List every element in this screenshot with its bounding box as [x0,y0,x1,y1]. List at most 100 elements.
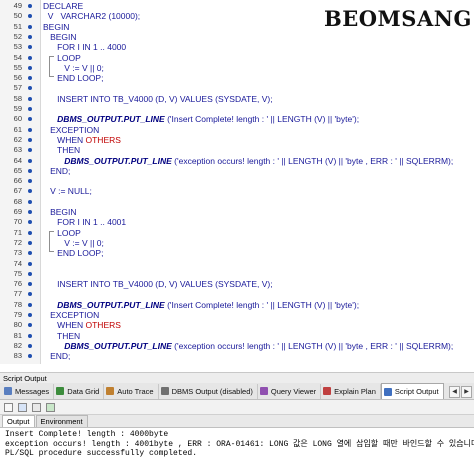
breakpoint-dot-icon[interactable] [28,230,32,235]
code-line[interactable]: 75 [0,269,474,279]
line-number: 52 [13,31,22,41]
code-line[interactable]: 72 V := V || 0; [0,238,474,248]
code-line[interactable]: 60 DBMS_OUTPUT.PUT_LINE ('Insert Complet… [0,114,474,124]
tab-explain-plan[interactable]: Explain Plan [321,383,381,399]
grid-icon [56,387,65,395]
breakpoint-dot-icon[interactable] [28,179,32,184]
tab-script-output[interactable]: Script Output [380,383,444,399]
line-number: 56 [13,73,22,83]
code-line[interactable]: 62 WHEN OTHERS [0,135,474,145]
code-line[interactable]: 53 FOR I IN 1 .. 4000 [0,42,474,52]
fold-marker-loop-1 [49,56,54,77]
line-number: 59 [13,104,22,113]
breakpoint-dot-icon[interactable] [28,158,32,163]
breakpoint-dot-icon[interactable] [28,55,32,60]
breakpoint-dot-icon[interactable] [28,282,32,287]
code-line[interactable]: 82 DBMS_OUTPUT.PUT_LINE ('exception occu… [0,341,474,351]
save-icon[interactable] [18,402,27,412]
breakpoint-dot-icon[interactable] [28,210,32,214]
breakpoint-dot-icon[interactable] [28,4,32,8]
find-icon[interactable] [46,402,55,412]
code-text: THEN [43,331,80,341]
breakpoint-dot-icon[interactable] [28,240,32,245]
code-editor[interactable]: 49 DECLARE 50 V VARCHAR2 (10000); 51 BEGIN 52… [0,0,474,364]
subtab-output[interactable]: Output [2,415,35,427]
code-line[interactable]: 66 [0,176,474,186]
breakpoint-dot-icon[interactable] [28,107,32,111]
code-line[interactable]: 83 END; [0,351,474,361]
breakpoint-dot-icon[interactable] [28,271,32,276]
subtab-environment[interactable]: Environment [35,415,88,427]
breakpoint-dot-icon[interactable] [28,343,32,348]
breakpoint-dot-icon[interactable] [28,34,32,39]
code-text: DBMS_OUTPUT.PUT_LINE ('exception occurs!… [43,156,453,166]
code-line[interactable]: 63 THEN [0,145,474,155]
breakpoint-dot-icon[interactable] [28,65,32,70]
code-line[interactable]: 56 END LOOP; [0,73,474,83]
code-line[interactable]: 55 V := V || 0; [0,63,474,73]
breakpoint-dot-icon[interactable] [28,302,32,307]
print-icon[interactable] [32,402,41,412]
code-line[interactable]: 81 THEN [0,331,474,341]
breakpoint-dot-icon[interactable] [28,323,32,328]
code-line[interactable]: 77 [0,289,474,299]
breakpoint-dot-icon[interactable] [28,148,32,153]
code-line[interactable]: 76 INSERT INTO TB_V4000 (D, V) VALUES (S… [0,279,474,289]
breakpoint-dot-icon[interactable] [28,117,32,122]
code-line[interactable]: 65 END; [0,166,474,176]
line-number: 81 [13,330,22,340]
tab-data-grid[interactable]: Data Grid [54,383,105,399]
code-line[interactable]: 71 LOOP [0,228,474,238]
code-line[interactable]: 54 LOOP [0,53,474,63]
breakpoint-dot-icon[interactable] [28,76,32,81]
breakpoint-dot-icon[interactable] [28,137,32,142]
code-line[interactable]: 79 EXCEPTION [0,310,474,320]
code-text: DBMS_OUTPUT.PUT_LINE ('Insert Complete! … [43,114,359,124]
breakpoint-dot-icon[interactable] [28,127,32,132]
breakpoint-dot-icon[interactable] [28,313,32,317]
line-number: 58 [13,93,22,103]
breakpoint-dot-icon[interactable] [28,45,32,50]
output-text-area[interactable]: Insert Complete! length : 4000byte except… [0,427,474,470]
breakpoint-dot-icon[interactable] [28,96,32,101]
code-line[interactable]: 57 [0,83,474,93]
tab-messages[interactable]: Messages [2,383,55,399]
breakpoint-dot-icon[interactable] [28,168,32,173]
code-segment: BEGIN [43,21,70,32]
breakpoint-dot-icon[interactable] [28,189,32,194]
tab-query-viewer[interactable]: Query Viewer [258,383,322,399]
code-line[interactable]: 73 END LOOP; [0,248,474,258]
line-number: 55 [13,62,22,72]
code-line[interactable]: 69 BEGIN [0,207,474,217]
breakpoint-dot-icon[interactable] [28,292,32,297]
code-line[interactable]: 64 DBMS_OUTPUT.PUT_LINE ('exception occu… [0,156,474,166]
breakpoint-dot-icon[interactable] [28,24,32,29]
tab-dbms-output-disabled[interactable]: DBMS Output (disabled) [159,383,258,399]
breakpoint-dot-icon[interactable] [28,261,32,266]
breakpoint-dot-icon[interactable] [28,220,32,225]
code-segment: END; [43,351,71,362]
code-line[interactable]: 78 DBMS_OUTPUT.PUT_LINE ('Insert Complet… [0,300,474,310]
code-segment: INSERT INTO TB_V4000 (D, V) VALUES (SYSD… [43,279,273,290]
clear-icon[interactable] [4,402,13,412]
code-line[interactable]: 52 BEGIN [0,32,474,42]
code-line[interactable]: 68 [0,197,474,207]
code-line[interactable]: 74 [0,259,474,269]
code-line[interactable]: 70 FOR I IN 1 .. 4001 [0,217,474,227]
scroll-right-arrow[interactable]: ▶ [461,386,472,398]
scroll-left-arrow[interactable]: ◀ [449,386,460,398]
code-segment: WHEN [43,320,86,331]
breakpoint-dot-icon[interactable] [28,199,32,204]
code-line[interactable]: 80 WHEN OTHERS [0,320,474,330]
breakpoint-dot-icon[interactable] [28,86,32,91]
breakpoint-dot-icon[interactable] [28,333,32,338]
code-line[interactable]: 61 EXCEPTION [0,125,474,135]
breakpoint-dot-icon[interactable] [28,251,32,256]
code-line[interactable]: 67 V := NULL; [0,186,474,196]
code-line[interactable]: 59 [0,104,474,114]
tab-auto-trace[interactable]: Auto Trace [104,383,159,399]
breakpoint-dot-icon[interactable] [28,14,32,19]
breakpoint-dot-icon[interactable] [28,354,32,359]
code-line[interactable]: 58 INSERT INTO TB_V4000 (D, V) VALUES (S… [0,94,474,104]
